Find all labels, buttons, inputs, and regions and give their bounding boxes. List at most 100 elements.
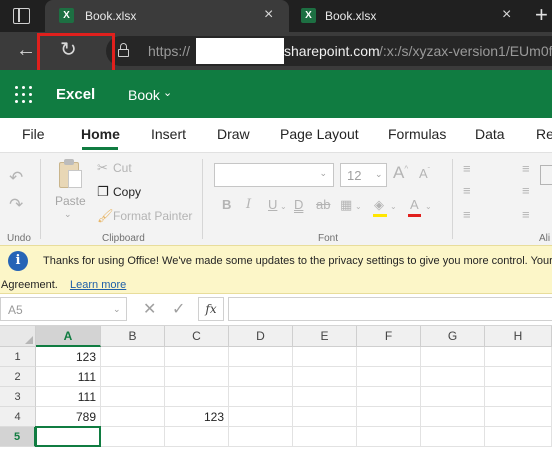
- cell-g5[interactable]: [421, 427, 485, 447]
- row-header-3[interactable]: 3: [0, 387, 36, 407]
- cell-c4[interactable]: 123: [165, 407, 229, 427]
- formula-input[interactable]: [228, 297, 552, 321]
- tab-data[interactable]: Data: [475, 126, 505, 142]
- cell-f4[interactable]: [357, 407, 421, 427]
- select-all-button[interactable]: [0, 326, 36, 347]
- column-header-c[interactable]: C: [165, 326, 229, 347]
- cell-g2[interactable]: [421, 367, 485, 387]
- cell-h1[interactable]: [485, 347, 552, 367]
- column-header-d[interactable]: D: [229, 326, 293, 347]
- align-middle-icon[interactable]: ≡: [463, 183, 471, 198]
- redo-icon[interactable]: ↷: [9, 195, 23, 215]
- cell-a2[interactable]: 111: [36, 367, 101, 387]
- cell-d1[interactable]: [229, 347, 293, 367]
- cell-d4[interactable]: [229, 407, 293, 427]
- indent-icon[interactable]: ≡: [522, 161, 530, 176]
- cell-c1[interactable]: [165, 347, 229, 367]
- tab-file[interactable]: File: [22, 126, 45, 142]
- align-center-icon[interactable]: ≡: [522, 183, 530, 198]
- cell-c3[interactable]: [165, 387, 229, 407]
- cell-f1[interactable]: [357, 347, 421, 367]
- cell-g4[interactable]: [421, 407, 485, 427]
- column-header-f[interactable]: F: [357, 326, 421, 347]
- back-arrow-icon[interactable]: ←: [16, 39, 36, 61]
- cell-h2[interactable]: [485, 367, 552, 387]
- column-header-a[interactable]: A: [36, 326, 101, 347]
- double-underline-icon[interactable]: D: [294, 197, 303, 212]
- paste-button[interactable]: Paste: [55, 194, 86, 208]
- tab-review[interactable]: Re: [536, 126, 552, 142]
- undo-icon[interactable]: ↶: [9, 168, 23, 188]
- tab-book-inactive[interactable]: X Book.xlsx ×: [289, 0, 526, 32]
- cell-g3[interactable]: [421, 387, 485, 407]
- cell-a1[interactable]: 123: [36, 347, 101, 367]
- tab-insert[interactable]: Insert: [151, 126, 186, 142]
- document-name[interactable]: Book: [128, 87, 160, 103]
- fill-color-icon[interactable]: ◈: [374, 197, 384, 213]
- bold-icon[interactable]: B: [222, 197, 231, 212]
- borders-icon[interactable]: ▦: [340, 197, 352, 213]
- cell-d5[interactable]: [229, 427, 293, 447]
- decrease-font-icon[interactable]: Aˇ: [419, 166, 430, 181]
- font-color-options-icon[interactable]: ⌄: [425, 202, 432, 211]
- close-icon[interactable]: ×: [264, 7, 273, 23]
- paste-icon[interactable]: [57, 158, 85, 190]
- underline-icon[interactable]: U: [268, 197, 277, 212]
- learn-more-link[interactable]: Learn more: [70, 279, 126, 291]
- url-field[interactable]: https:// sharepoint.com /:x:/s/xyzax-ver…: [106, 36, 552, 66]
- tab-draw[interactable]: Draw: [217, 126, 250, 142]
- cell-e1[interactable]: [293, 347, 357, 367]
- check-icon[interactable]: ✓: [172, 299, 185, 319]
- cell-h3[interactable]: [485, 387, 552, 407]
- app-launcher-icon[interactable]: [15, 86, 32, 103]
- cell-d2[interactable]: [229, 367, 293, 387]
- fill-color-options-icon[interactable]: ⌄: [390, 202, 397, 211]
- cell-f5[interactable]: [357, 427, 421, 447]
- cell-e5[interactable]: [293, 427, 357, 447]
- align-top-icon[interactable]: ≡: [463, 161, 471, 176]
- borders-options-icon[interactable]: ⌄: [355, 202, 362, 211]
- column-header-e[interactable]: E: [293, 326, 357, 347]
- cell-h5[interactable]: [485, 427, 552, 447]
- column-header-g[interactable]: G: [421, 326, 485, 347]
- underline-options-icon[interactable]: ⌄: [280, 202, 287, 211]
- tab-home[interactable]: Home: [81, 126, 120, 142]
- increase-font-icon[interactable]: A^: [393, 163, 408, 183]
- column-header-b[interactable]: B: [101, 326, 165, 347]
- new-tab-icon[interactable]: +: [535, 3, 548, 27]
- align-right-icon[interactable]: ≡: [522, 207, 530, 222]
- cell-g1[interactable]: [421, 347, 485, 367]
- tab-formulas[interactable]: Formulas: [388, 126, 446, 142]
- row-header-2[interactable]: 2: [0, 367, 36, 387]
- cell-e2[interactable]: [293, 367, 357, 387]
- column-header-h[interactable]: H: [485, 326, 552, 347]
- cell-h4[interactable]: [485, 407, 552, 427]
- wrap-text-icon[interactable]: [540, 165, 552, 185]
- cut-button[interactable]: ✂ Cut: [97, 160, 132, 176]
- cell-c5[interactable]: [165, 427, 229, 447]
- cell-b4[interactable]: [101, 407, 165, 427]
- cell-e3[interactable]: [293, 387, 357, 407]
- cell-b5[interactable]: [101, 427, 165, 447]
- italic-icon[interactable]: I: [246, 197, 251, 212]
- row-header-4[interactable]: 4: [0, 407, 36, 427]
- app-name[interactable]: Excel: [56, 86, 95, 103]
- cell-d3[interactable]: [229, 387, 293, 407]
- cancel-icon[interactable]: ✕: [143, 299, 156, 319]
- lock-icon[interactable]: [118, 43, 129, 57]
- cell-f2[interactable]: [357, 367, 421, 387]
- cell-c2[interactable]: [165, 367, 229, 387]
- name-box[interactable]: A5 ⌄: [0, 297, 127, 321]
- chevron-down-icon[interactable]: ⌄: [64, 209, 72, 220]
- row-header-5[interactable]: 5: [0, 427, 36, 447]
- tab-book-active[interactable]: X Book.xlsx ×: [45, 0, 289, 32]
- cell-b3[interactable]: [101, 387, 165, 407]
- tab-page-layout[interactable]: Page Layout: [280, 126, 359, 142]
- font-name-dropdown[interactable]: ⌄: [214, 163, 334, 187]
- align-bottom-icon[interactable]: ≡: [463, 207, 471, 222]
- close-icon[interactable]: ×: [502, 7, 511, 23]
- cell-a4[interactable]: 789: [36, 407, 101, 427]
- font-color-icon[interactable]: A: [410, 197, 419, 212]
- strikethrough-icon[interactable]: ab: [316, 197, 330, 212]
- cell-b2[interactable]: [101, 367, 165, 387]
